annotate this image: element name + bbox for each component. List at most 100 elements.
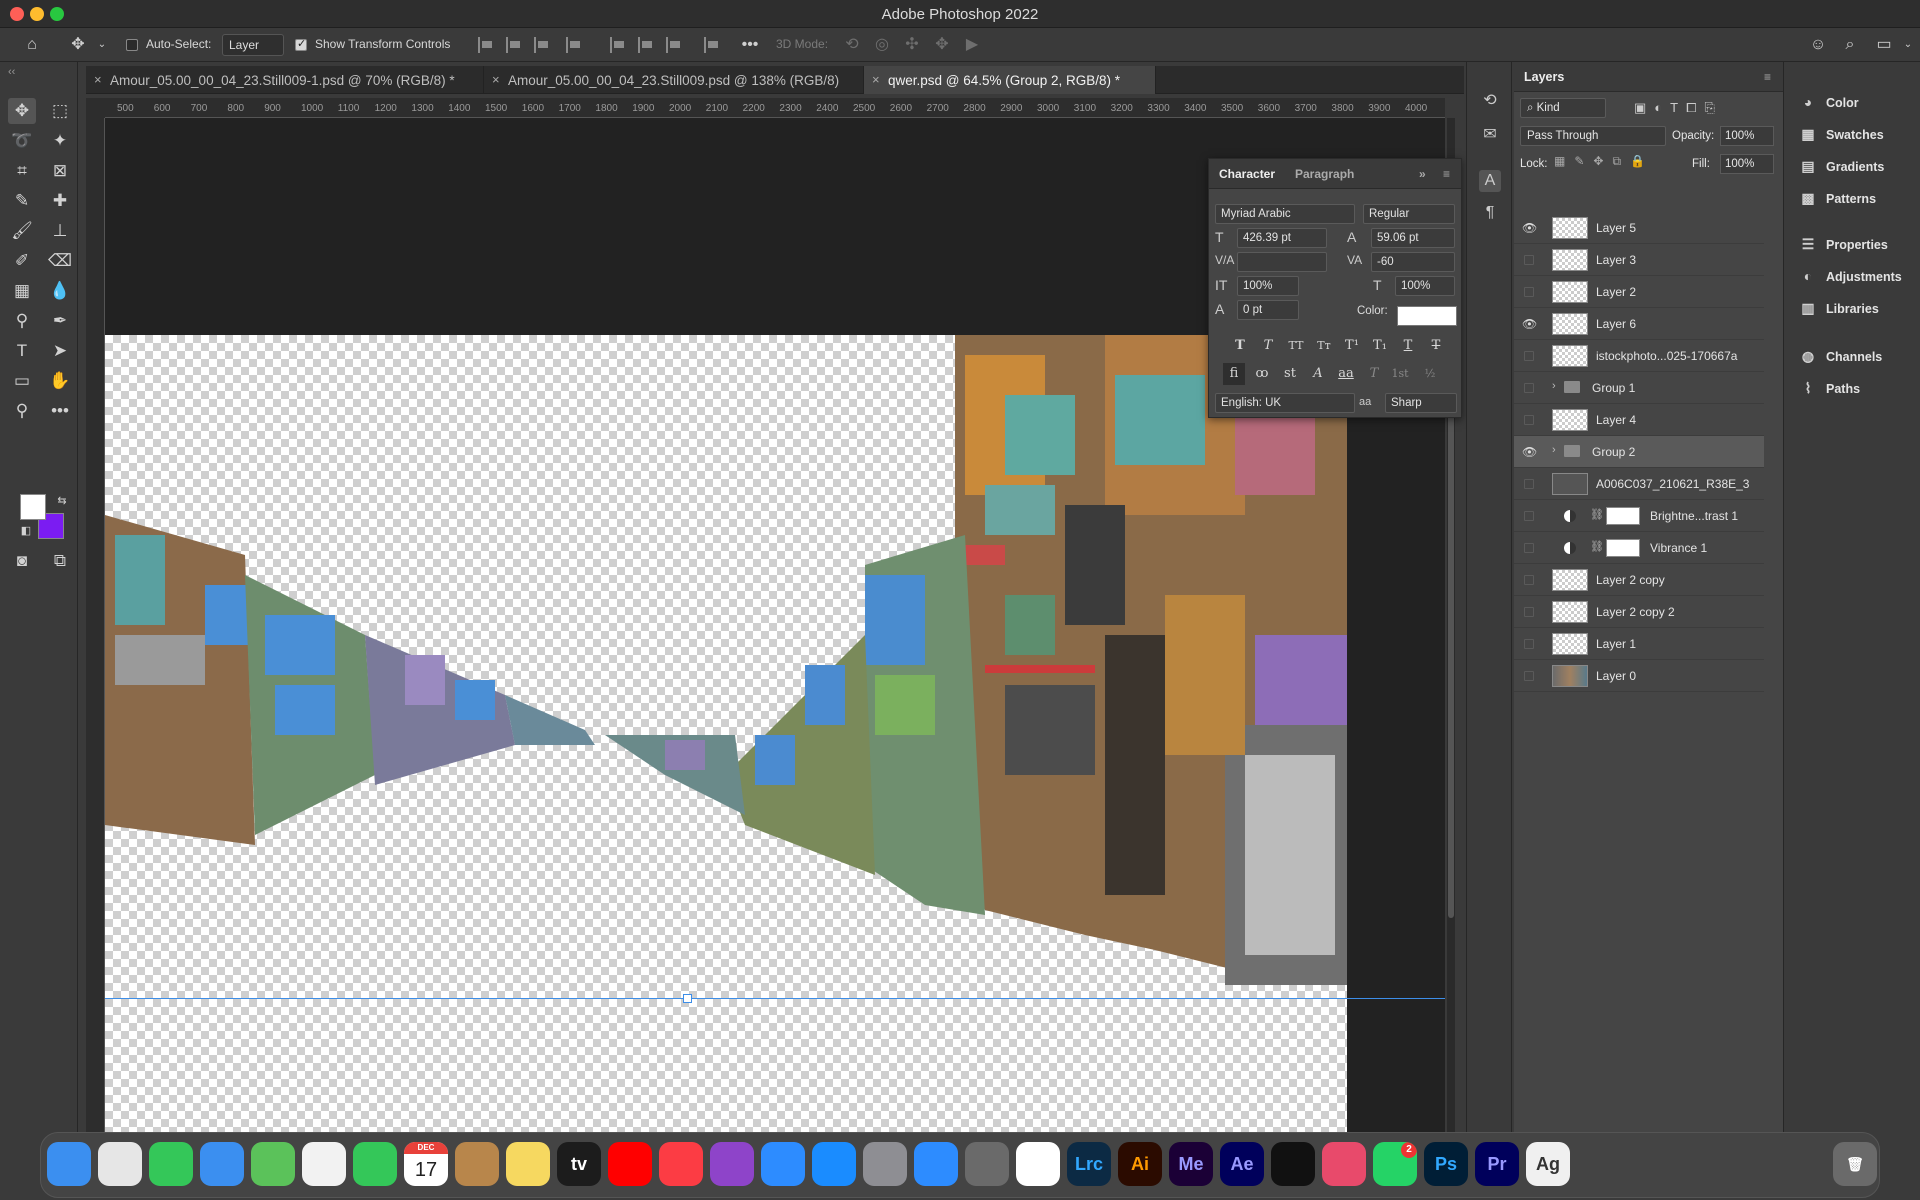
layer-thumbnail[interactable]	[1552, 601, 1588, 623]
layer-thumbnail[interactable]	[1552, 569, 1588, 591]
visibility-toggle-icon[interactable]	[1524, 415, 1534, 425]
dock-app-maps[interactable]	[251, 1142, 295, 1186]
panel-channels[interactable]: ◍ Channels	[1796, 346, 1920, 370]
scrollbar-thumb[interactable]	[1448, 398, 1454, 918]
dock-app-system-preferences[interactable]	[863, 1142, 907, 1186]
dock-app-photos[interactable]	[302, 1142, 346, 1186]
search-icon[interactable]: ⌕	[1840, 35, 1860, 55]
layer-row[interactable]: Layer 2	[1514, 276, 1764, 308]
layer-thumbnail[interactable]	[1552, 249, 1588, 271]
dock-app-cinema-4d[interactable]	[1271, 1142, 1315, 1186]
small-caps-button[interactable]: Tт	[1313, 335, 1335, 357]
layer-filter-icons[interactable]: ▣◐T⧠⎘	[1634, 100, 1723, 116]
layer-thumbnail[interactable]	[1552, 217, 1588, 239]
panel-color[interactable]: ◕ Color	[1796, 92, 1920, 116]
vertical-scale-field[interactable]: 100%	[1237, 276, 1299, 296]
dock-app-facetime[interactable]	[353, 1142, 397, 1186]
zoom-tool[interactable]: ⚲	[8, 398, 36, 424]
expand-panel-icon[interactable]: »	[1419, 167, 1426, 181]
panel-paths[interactable]: ⌇ Paths	[1796, 378, 1920, 402]
panel-adjustments[interactable]: ◐ Adjustments	[1796, 266, 1920, 290]
layer-row[interactable]: Layer 4	[1514, 404, 1764, 436]
layer-row[interactable]: › Group 1	[1514, 372, 1764, 404]
horizontal-ruler[interactable]: 500 600 700 800 900 1000 1100 1200 1300 1400 1500 1…	[105, 98, 1445, 118]
paragraph-panel-icon[interactable]: ¶	[1479, 202, 1501, 224]
dodge-tool[interactable]: ⚲	[8, 308, 36, 334]
history-panel-icon[interactable]: ⟲	[1479, 90, 1501, 112]
font-family-select[interactable]: Myriad Arabic	[1215, 204, 1355, 224]
dock-app-launchpad[interactable]	[98, 1142, 142, 1186]
dock-app-app-store[interactable]	[812, 1142, 856, 1186]
dock-app-chrome[interactable]	[1016, 1142, 1060, 1186]
visibility-toggle-icon[interactable]	[1524, 479, 1534, 489]
blur-tool[interactable]: 💧	[46, 278, 74, 304]
visibility-toggle-icon[interactable]	[1524, 575, 1534, 585]
expand-group-icon[interactable]: ›	[1552, 444, 1556, 456]
align-top-icon[interactable]	[610, 37, 626, 53]
dock-app-contacts[interactable]	[455, 1142, 499, 1186]
character-panel-icon[interactable]: A	[1479, 170, 1501, 192]
panel-gradients[interactable]: ▤ Gradients	[1796, 156, 1920, 180]
align-middle-icon[interactable]	[638, 37, 654, 53]
visibility-toggle-icon[interactable]: 👁	[1522, 221, 1537, 235]
visibility-toggle-icon[interactable]	[1524, 383, 1534, 393]
more-options-icon[interactable]: •••	[740, 35, 760, 55]
strikethrough-button[interactable]: T	[1425, 335, 1447, 357]
visibility-toggle-icon[interactable]	[1524, 351, 1534, 361]
opacity-field[interactable]: 100%	[1720, 126, 1774, 146]
close-tab-icon[interactable]: ×	[492, 72, 500, 87]
layer-row[interactable]: istockphoto...025-170667a	[1514, 340, 1764, 372]
layer-thumbnail[interactable]	[1552, 345, 1588, 367]
horizontal-guide[interactable]	[105, 998, 1445, 999]
dock-app-tv[interactable]: tv	[557, 1142, 601, 1186]
align-right-icon[interactable]	[534, 37, 550, 53]
frame-tool[interactable]: ⊠	[46, 158, 74, 184]
dock-app-me[interactable]: Me	[1169, 1142, 1213, 1186]
transform-handle[interactable]	[683, 994, 692, 1003]
panel-swatches[interactable]: ▦ Swatches	[1796, 124, 1920, 148]
align-center-icon[interactable]	[506, 37, 522, 53]
font-style-select[interactable]: Regular	[1363, 204, 1455, 224]
layer-thumbnail[interactable]	[1552, 473, 1588, 495]
all-caps-button[interactable]: TT	[1285, 335, 1307, 357]
magic-wand-tool[interactable]: ✦	[46, 128, 74, 154]
quick-mask-icon[interactable]: ◙	[8, 548, 36, 574]
panel-libraries[interactable]: ▥ Libraries	[1796, 298, 1920, 322]
dock-app-creative-cloud[interactable]	[1322, 1142, 1366, 1186]
panel-properties[interactable]: ☰ Properties	[1796, 234, 1920, 258]
layer-row[interactable]: 👁 Layer 5	[1514, 212, 1764, 244]
faux-bold-button[interactable]: T	[1229, 335, 1251, 357]
comments-panel-icon[interactable]: ✉	[1479, 124, 1501, 146]
dock-app-youtube[interactable]	[608, 1142, 652, 1186]
blend-mode-select[interactable]: Pass Through	[1520, 126, 1666, 146]
default-colors-icon[interactable]: ◧	[12, 518, 40, 544]
visibility-toggle-icon[interactable]	[1524, 607, 1534, 617]
layer-thumbnail[interactable]	[1552, 313, 1588, 335]
ordinals-button[interactable]: 1st	[1389, 363, 1411, 385]
ligatures-button[interactable]: ﬁ	[1223, 363, 1245, 385]
gradient-tool[interactable]: ▦	[8, 278, 36, 304]
visibility-toggle-icon[interactable]	[1524, 639, 1534, 649]
dock-app-ae[interactable]: Ae	[1220, 1142, 1264, 1186]
dock-app-whatsapp[interactable]: 2	[1373, 1142, 1417, 1186]
home-icon[interactable]: ⌂	[22, 35, 42, 55]
faux-italic-button[interactable]: T	[1257, 335, 1279, 357]
layers-title[interactable]: Layers	[1524, 70, 1564, 84]
layer-row[interactable]: 👁 Layer 6	[1514, 308, 1764, 340]
layer-row[interactable]: Layer 3	[1514, 244, 1764, 276]
dock-app-notes[interactable]	[506, 1142, 550, 1186]
align-left-icon[interactable]	[478, 37, 494, 53]
document-canvas[interactable]	[105, 335, 1347, 1132]
dock-app-ag[interactable]: Ag	[1526, 1142, 1570, 1186]
visibility-toggle-icon[interactable]	[1524, 511, 1534, 521]
move-tool-icon[interactable]: ✥	[68, 35, 88, 55]
share-icon[interactable]: ☺	[1808, 35, 1828, 55]
visibility-toggle-icon[interactable]	[1524, 255, 1534, 265]
baseline-shift-field[interactable]: 0 pt	[1237, 300, 1299, 320]
old-style-button[interactable]: ꝏ	[1251, 363, 1273, 385]
screen-mode-icon[interactable]: ⧉	[46, 548, 74, 574]
dock-app-ps[interactable]: Ps	[1424, 1142, 1468, 1186]
eraser-tool[interactable]: ⌫	[46, 248, 74, 274]
layer-thumbnail[interactable]	[1552, 665, 1588, 687]
distribute-icon[interactable]	[566, 37, 582, 53]
